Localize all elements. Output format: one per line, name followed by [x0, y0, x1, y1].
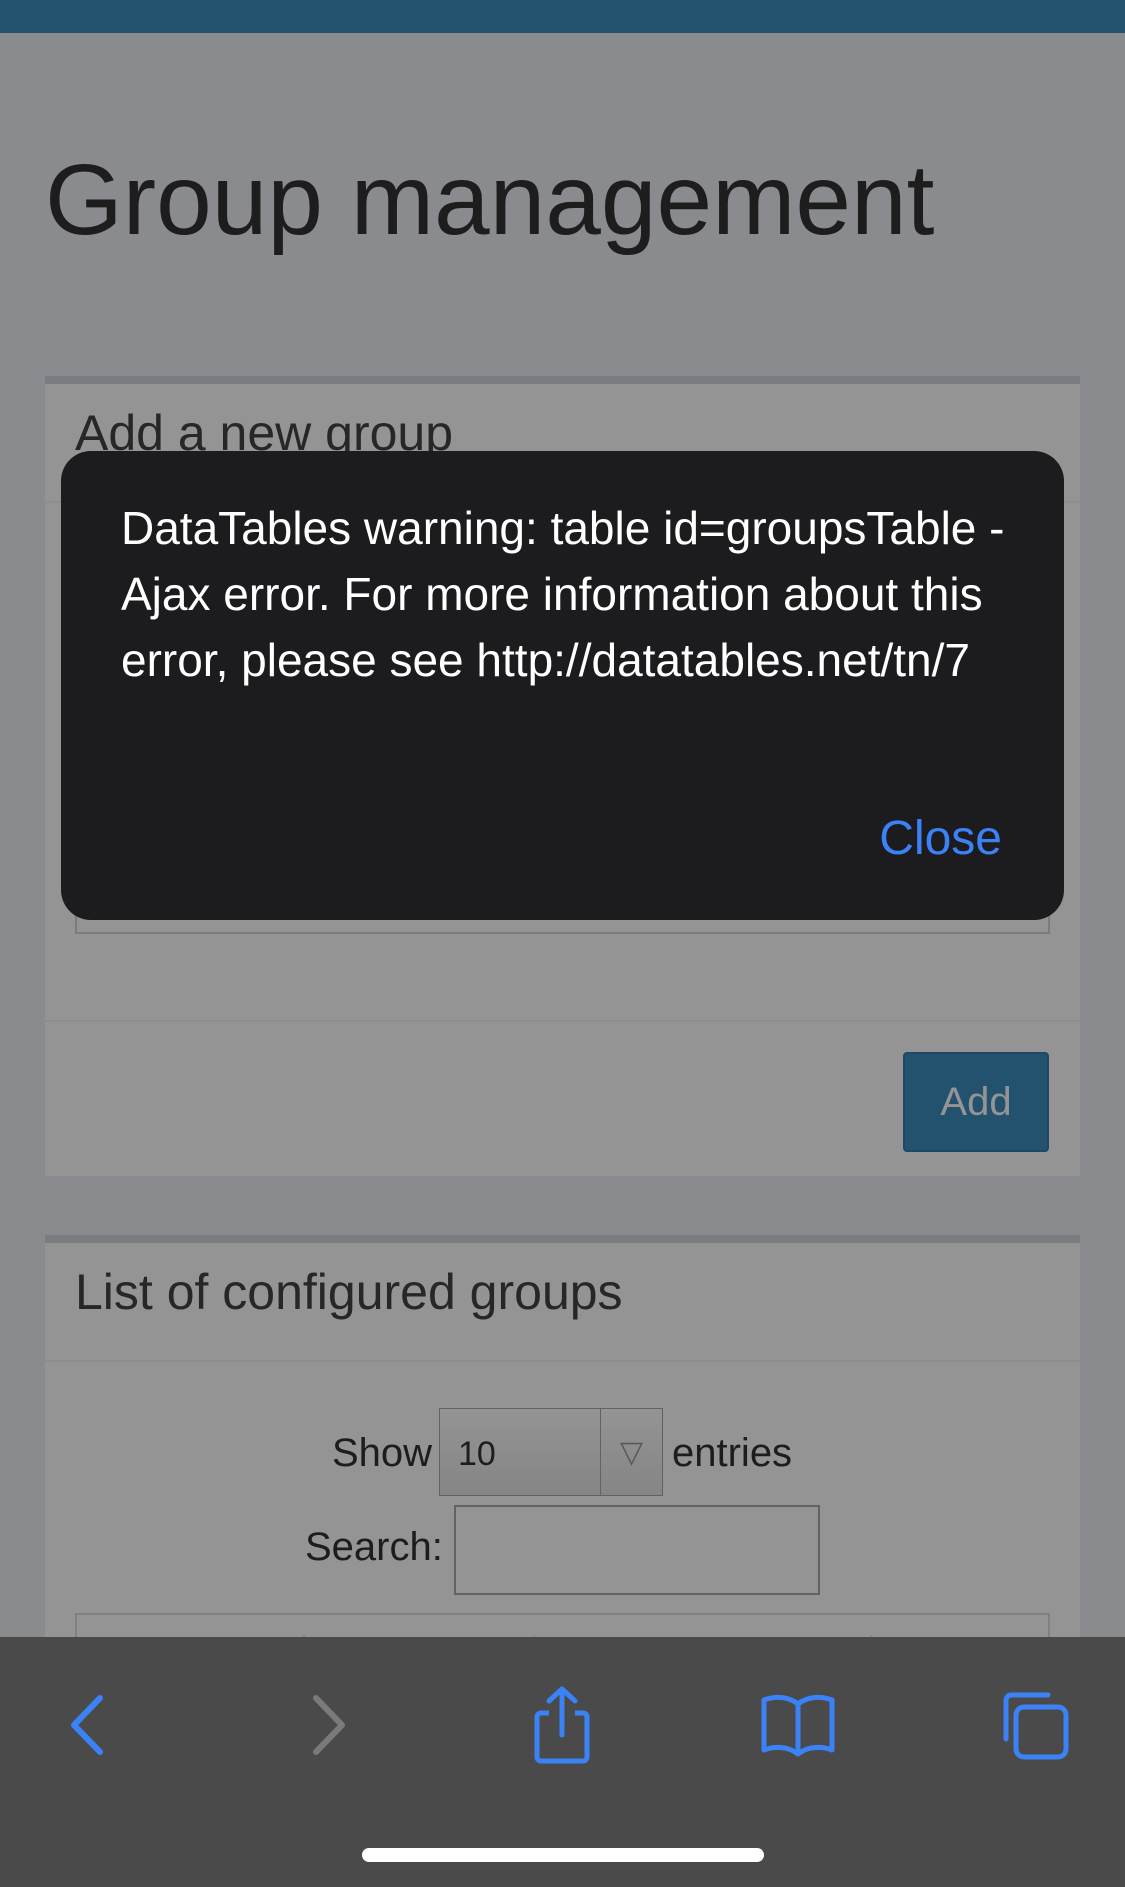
browser-toolbar — [0, 1637, 1125, 1887]
home-indicator — [362, 1848, 764, 1862]
close-button[interactable]: Close — [879, 811, 1002, 866]
share-icon[interactable] — [512, 1675, 612, 1775]
tabs-icon[interactable] — [984, 1675, 1084, 1775]
alert-message: DataTables warning: table id=groupsTable… — [121, 502, 1005, 686]
bookmarks-icon[interactable] — [748, 1675, 848, 1775]
alert-dialog: DataTables warning: table id=groupsTable… — [61, 451, 1064, 920]
forward-icon[interactable] — [276, 1675, 376, 1775]
back-icon[interactable] — [40, 1675, 140, 1775]
modal-dim-overlay — [0, 0, 1125, 1887]
